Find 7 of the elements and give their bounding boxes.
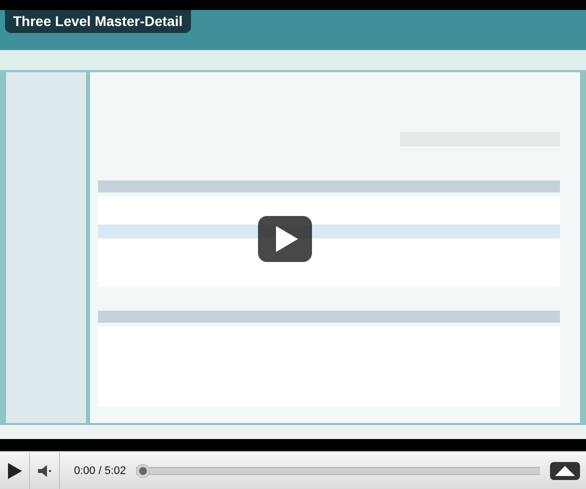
triangle-icon <box>555 466 575 476</box>
expand-button[interactable] <box>550 462 580 480</box>
video-title: Three Level Master-Detail <box>5 10 191 33</box>
time-display: 0:00 / 5:02 <box>74 464 126 477</box>
seek-handle[interactable] <box>136 464 150 478</box>
play-button[interactable] <box>258 216 312 262</box>
play-icon <box>276 226 298 252</box>
